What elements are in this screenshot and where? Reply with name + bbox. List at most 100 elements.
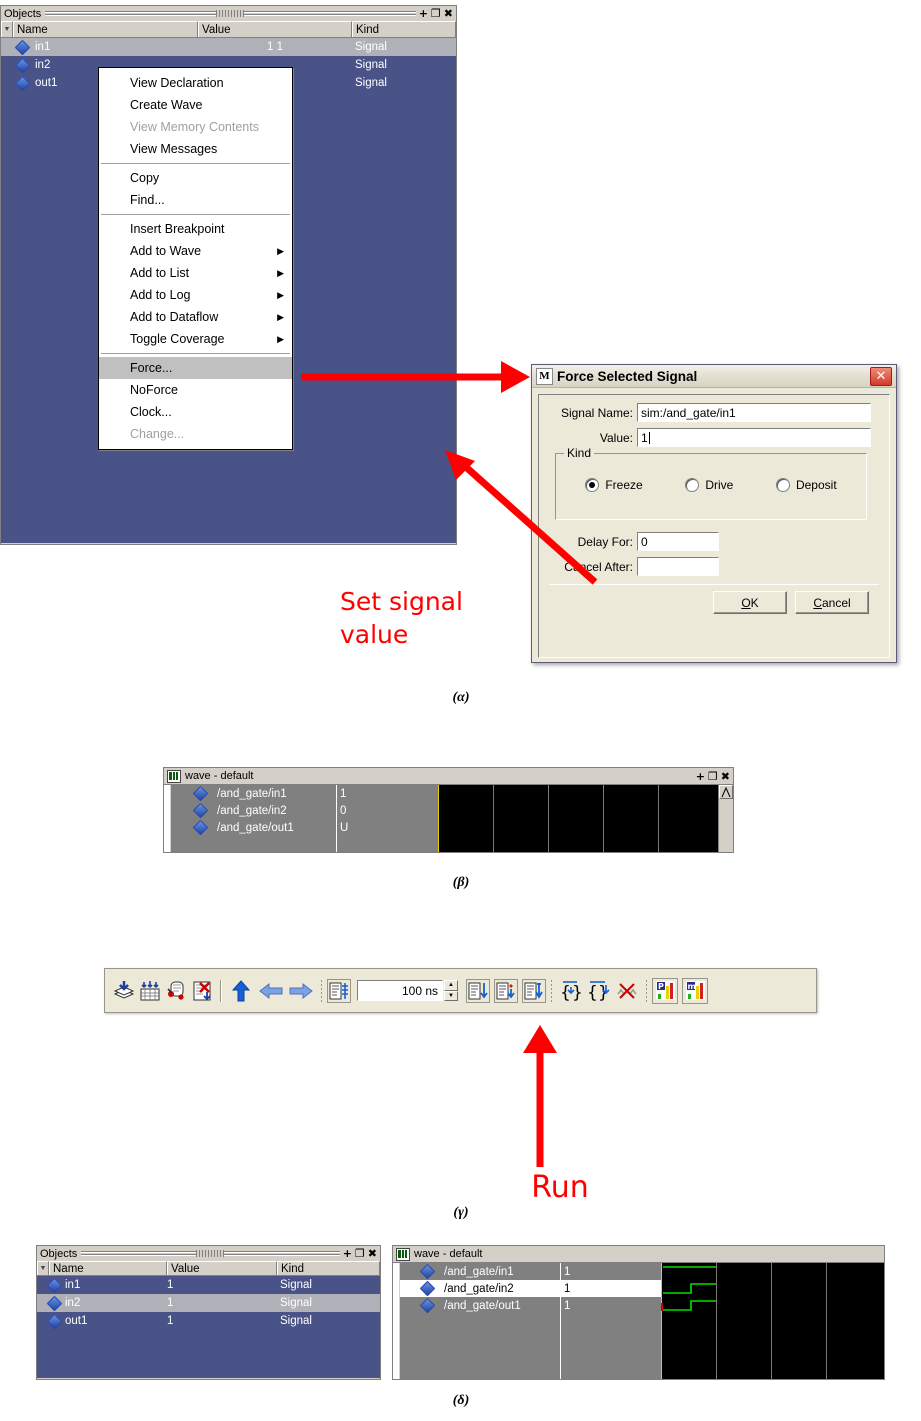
value-field[interactable]: 1 (637, 428, 871, 447)
table-row[interactable]: out1 1 Signal (37, 1312, 380, 1330)
column-header-name[interactable]: Name (13, 21, 198, 37)
menu-item-add-to-list[interactable]: Add to List ▶ (99, 262, 292, 284)
dock-icon[interactable]: + (419, 8, 428, 19)
run-length-exec-icon[interactable] (466, 978, 490, 1003)
toolbar-separator (646, 979, 647, 1002)
menu-item-find[interactable]: Find... (99, 189, 292, 211)
dialog-titlebar[interactable]: M Force Selected Signal ✕ (532, 365, 896, 388)
waveform-canvas-delta[interactable] (661, 1263, 884, 1379)
close-icon[interactable]: ✖ (368, 1248, 377, 1259)
menu-item-create-wave[interactable]: Create Wave (99, 94, 292, 116)
wave-titlebar-beta[interactable]: wave - default + ❐ ✖ (164, 768, 733, 784)
menu-item-toggle-coverage[interactable]: Toggle Coverage ▶ (99, 328, 292, 350)
menu-item-insert-breakpoint[interactable]: Insert Breakpoint (99, 218, 292, 240)
radio-drive[interactable]: Drive (685, 478, 733, 492)
menu-item-copy[interactable]: Copy (99, 167, 292, 189)
wave-window-delta[interactable]: wave - default /and_gate/in1 /and_gate/i… (392, 1245, 885, 1380)
up-arrow-icon[interactable] (226, 978, 256, 1004)
column-header-value[interactable]: Value (167, 1261, 277, 1275)
inspect-icon[interactable] (163, 978, 189, 1004)
column-header-kind[interactable]: Kind (277, 1261, 380, 1275)
stepper-down-icon[interactable]: ▼ (444, 990, 458, 1001)
row-kind: Signal (355, 77, 387, 89)
back-arrow-icon[interactable] (256, 978, 286, 1004)
sort-indicator-icon[interactable]: ▼ (37, 1261, 49, 1275)
wave-vertical-scrollbar[interactable] (718, 785, 733, 852)
close-icon[interactable]: ✖ (721, 771, 730, 782)
context-menu-group: Insert Breakpoint Add to Wave ▶ Add to Li… (99, 218, 292, 350)
dock-icon[interactable]: + (343, 1248, 352, 1259)
objects-window-delta[interactable]: Objects + ❐ ✖ ▼ Name Value Kind in1 1 Si… (36, 1245, 381, 1380)
undock-icon[interactable]: ❐ (431, 8, 441, 19)
ok-button[interactable]: OK (713, 591, 787, 614)
row-kind: Signal (355, 41, 387, 53)
row-value: 1 (167, 1297, 174, 1309)
wave-window-beta[interactable]: wave - default + ❐ ✖ /and_gate/in1 /and_… (163, 767, 734, 853)
wave-signal-row[interactable]: /and_gate/in2 (171, 802, 336, 819)
wave-signal-row[interactable]: /and_gate/out1 (400, 1297, 560, 1314)
wave-signal-row[interactable]: /and_gate/in1 (171, 785, 336, 802)
signal-context-menu[interactable]: View Declaration Create Wave View Memory… (98, 67, 293, 450)
scroll-thumb[interactable] (719, 785, 733, 799)
profile-icon[interactable]: P (652, 977, 678, 1004)
wave-signal-row[interactable]: /and_gate/in2 (400, 1280, 560, 1297)
column-header-value[interactable]: Value (198, 21, 352, 37)
memory-icon[interactable]: m (682, 977, 708, 1004)
delay-for-field[interactable]: 0 (637, 532, 719, 551)
run-icon[interactable] (327, 978, 351, 1003)
run-length-stepper[interactable]: ▲ ▼ (444, 980, 458, 1001)
waveform-canvas-beta[interactable] (438, 785, 718, 852)
submenu-arrow-icon: ▶ (277, 267, 284, 278)
value-field-text: 1 (641, 430, 648, 445)
close-icon[interactable]: ✕ (870, 366, 892, 386)
forward-arrow-icon[interactable] (286, 978, 316, 1004)
objects-window-titlebar[interactable]: Objects + ❐ ✖ (37, 1246, 380, 1261)
break-icon[interactable] (613, 978, 641, 1004)
menu-item-force[interactable]: Force... (99, 357, 292, 379)
menu-item-view-declaration[interactable]: View Declaration (99, 72, 292, 94)
cancel-button[interactable]: Cancel (795, 591, 869, 614)
wave-signal-row[interactable]: /and_gate/out1 (171, 819, 336, 836)
modelsim-icon: M (536, 367, 553, 385)
step-icon[interactable]: { } (557, 978, 585, 1004)
table-row[interactable]: in1 1 Signal (37, 1276, 380, 1294)
row-value: 1 (167, 1279, 174, 1291)
wave-name-column-delta: /and_gate/in1 /and_gate/in2 /and_gate/ou… (400, 1263, 560, 1379)
dock-icon[interactable]: + (696, 771, 705, 782)
stepper-up-icon[interactable]: ▲ (444, 980, 458, 991)
continue-run-icon[interactable] (494, 978, 518, 1003)
menu-item-clock[interactable]: Clock... (99, 401, 292, 423)
row-kind: Signal (355, 59, 387, 71)
menu-item-label: Insert Breakpoint (130, 222, 225, 236)
menu-item-add-to-wave[interactable]: Add to Wave ▶ (99, 240, 292, 262)
run-all-icon[interactable] (522, 978, 546, 1003)
menu-item-add-to-dataflow[interactable]: Add to Dataflow ▶ (99, 306, 292, 328)
simulation-toolbar[interactable]: 100 ns ▲ ▼ { } {} P m (104, 968, 817, 1013)
run-length-field[interactable]: 100 ns (357, 980, 443, 1001)
radio-deposit[interactable]: Deposit (775, 478, 837, 492)
restart-icon[interactable] (137, 978, 163, 1004)
step-over-icon[interactable]: { } (585, 978, 613, 1004)
column-header-kind[interactable]: Kind (352, 21, 456, 37)
wave-titlebar-delta[interactable]: wave - default (393, 1246, 884, 1262)
column-header-name[interactable]: Name (49, 1261, 167, 1275)
objects-window-titlebar[interactable]: Objects + ❐ ✖ (1, 6, 456, 21)
menu-item-add-to-log[interactable]: Add to Log ▶ (99, 284, 292, 306)
menu-item-view-messages[interactable]: View Messages (99, 138, 292, 160)
close-icon[interactable]: ✖ (444, 8, 453, 19)
wave-signal-row[interactable]: /and_gate/in1 (400, 1263, 560, 1280)
row-value: 1 1 (267, 41, 283, 53)
load-layers-icon[interactable] (111, 978, 137, 1004)
undock-icon[interactable]: ❐ (708, 771, 718, 782)
toolbar-separator (321, 979, 322, 1002)
wave-signal-name: /and_gate/out1 (217, 821, 294, 834)
wave-value-column-beta: 1 0 U (336, 785, 438, 852)
delete-list-icon[interactable] (189, 978, 215, 1004)
menu-item-noforce[interactable]: NoForce (99, 379, 292, 401)
table-row[interactable]: in1 1 1 Signal (1, 38, 456, 56)
signal-name-field[interactable]: sim:/and_gate/in1 (637, 403, 871, 422)
table-row[interactable]: in2 1 Signal (37, 1294, 380, 1312)
cancel-after-field[interactable] (637, 557, 719, 576)
sort-indicator-icon[interactable]: ▼ (1, 21, 13, 37)
undock-icon[interactable]: ❐ (355, 1248, 365, 1259)
